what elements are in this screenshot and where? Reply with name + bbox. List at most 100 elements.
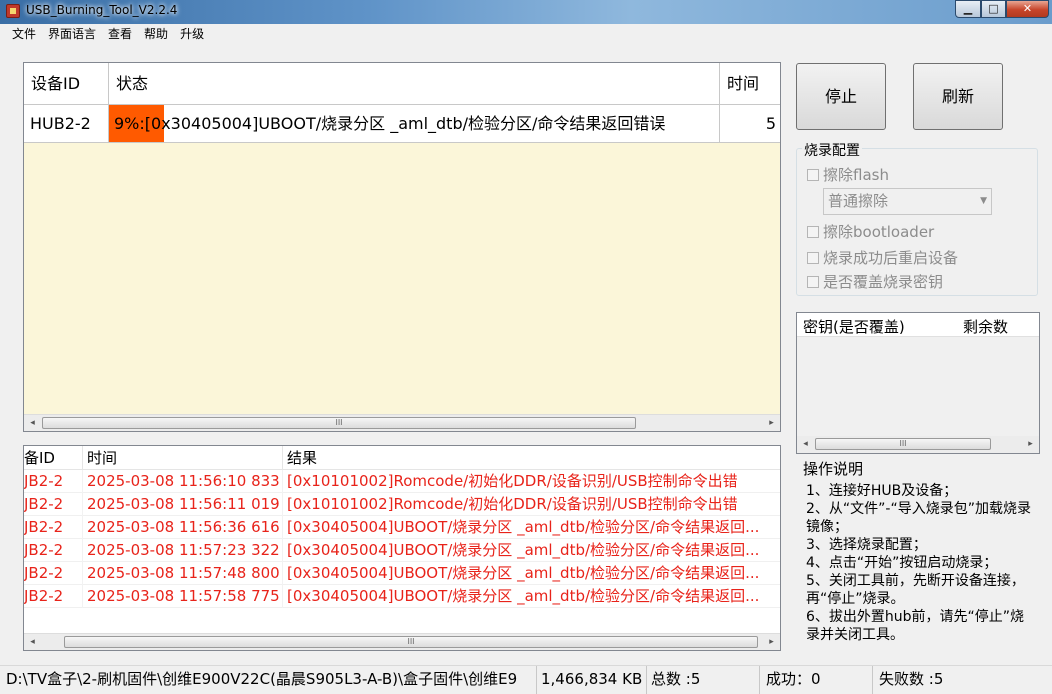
column-log-time[interactable]: 时间 xyxy=(83,446,283,470)
column-status[interactable]: 状态 xyxy=(109,63,720,105)
column-log-result[interactable]: 结果 xyxy=(283,446,780,470)
device-time-cell: 5 xyxy=(765,114,776,133)
log-time: 2025-03-08 11:56:36 616 xyxy=(83,516,283,539)
log-result: [0x30405004]UBOOT/烧录分区 _aml_dtb/检验分区/命令结… xyxy=(283,516,780,539)
window-title: USB_Burning_Tool_V2.2.4 xyxy=(26,3,178,17)
log-id: JB2-2 xyxy=(24,562,83,585)
log-time: 2025-03-08 11:56:11 019 xyxy=(83,493,283,516)
device-grid-hscrollbar[interactable]: ◂ III ▸ xyxy=(24,414,780,431)
log-table: 备ID 时间 结果 JB2-2 2025-03-08 11:56:10 833 … xyxy=(23,445,781,651)
maximize-button[interactable]: □ xyxy=(981,0,1006,18)
log-time: 2025-03-08 11:56:10 833 xyxy=(83,470,283,493)
log-row[interactable]: JB2-2 2025-03-08 11:57:58 775 [0x3040500… xyxy=(24,585,780,608)
device-id-cell: HUB2-2 xyxy=(24,105,109,143)
log-row[interactable]: JB2-2 2025-03-08 11:56:36 616 [0x3040500… xyxy=(24,516,780,539)
log-result: [0x10101002]Romcode/初始化DDR/设备识别/USB控制命令出… xyxy=(283,470,780,493)
instruction-line: 2、从“文件”-“导入烧录包”加载烧录镜像； xyxy=(806,501,1031,535)
column-log-id[interactable]: 备ID xyxy=(24,446,83,470)
status-success: 成功：0 xyxy=(760,666,873,694)
instruction-line: 4、点击“开始”按钮启动烧录； xyxy=(806,555,998,571)
scroll-thumb[interactable]: III xyxy=(42,417,636,429)
instruction-line: 3、选择烧录配置； xyxy=(806,537,927,553)
log-row[interactable]: JB2-2 2025-03-08 11:56:11 019 [0x1010100… xyxy=(24,493,780,516)
instruction-line: 1、连接好HUB及设备； xyxy=(806,483,958,499)
stop-button[interactable]: 停止 xyxy=(796,63,886,130)
scroll-thumb[interactable]: III xyxy=(64,636,758,648)
log-id: JB2-2 xyxy=(24,585,83,608)
log-id: JB2-2 xyxy=(24,516,83,539)
log-row[interactable]: JB2-2 2025-03-08 11:57:48 800 [0x3040500… xyxy=(24,562,780,585)
menu-upgrade[interactable]: 升级 xyxy=(174,24,210,44)
log-result: [0x30405004]UBOOT/烧录分区 _aml_dtb/检验分区/命令结… xyxy=(283,539,780,562)
device-status-cell: 9%:[0x30405004]UBOOT/烧录分区 _aml_dtb/检验分区/… xyxy=(109,105,720,143)
log-result: [0x30405004]UBOOT/烧录分区 _aml_dtb/检验分区/命令结… xyxy=(283,585,780,608)
log-id: JB2-2 xyxy=(24,539,83,562)
scroll-right-arrow[interactable]: ▸ xyxy=(763,415,780,431)
column-time[interactable]: 时间 xyxy=(720,63,780,105)
log-time: 2025-03-08 11:57:58 775 xyxy=(83,585,283,608)
minimize-button[interactable]: ▁ xyxy=(955,0,981,18)
menu-file[interactable]: 文件 xyxy=(0,24,42,44)
checkbox-box xyxy=(807,225,819,238)
scroll-left-arrow[interactable]: ◂ xyxy=(24,415,41,431)
overwrite-key-checkbox[interactable]: 是否覆盖烧录密钥 xyxy=(807,271,943,292)
scroll-left-arrow[interactable]: ◂ xyxy=(797,436,814,453)
erase-mode-value: 普通擦除 xyxy=(828,192,889,210)
device-grid: 设备ID 状态 时间 HUB2-2 9%:[0x30405004]UBOOT/烧… xyxy=(23,62,781,432)
device-grid-header: 设备ID 状态 时间 xyxy=(24,63,780,105)
checkbox-box xyxy=(807,251,819,264)
key-list-hscrollbar[interactable]: ◂ III ▸ xyxy=(797,436,1039,453)
log-time: 2025-03-08 11:57:48 800 xyxy=(83,562,283,585)
instruction-line: 6、拔出外置hub前，请先“停止”烧录并关闭工具。 xyxy=(806,609,1025,642)
status-text: 9%:[0x30405004]UBOOT/烧录分区 _aml_dtb/检验分区/… xyxy=(114,114,666,133)
menu-bar: 文件 界面语言 查看 帮助 升级 xyxy=(0,24,1052,44)
app-icon xyxy=(6,4,20,18)
window-controls: ▁ □ ✕ xyxy=(955,0,1049,18)
status-bar: D:\TV盒子\2-刷机固件\创维E900V22C(晶晨S905L3-A-B)\… xyxy=(0,665,1052,694)
column-remaining[interactable]: 剩余数 xyxy=(963,316,1008,337)
title-bar: USB_Burning_Tool_V2.2.4 ▁ □ ✕ xyxy=(0,0,1052,24)
reboot-after-checkbox[interactable]: 烧录成功后重启设备 xyxy=(807,247,958,268)
close-button[interactable]: ✕ xyxy=(1006,0,1049,18)
status-total: 总数 :5 xyxy=(647,666,760,694)
log-result: [0x30405004]UBOOT/烧录分区 _aml_dtb/检验分区/命令结… xyxy=(283,562,780,585)
checkbox-box xyxy=(807,275,819,288)
status-size: 1,466,834 KB xyxy=(537,666,647,694)
log-header: 备ID 时间 结果 xyxy=(24,446,780,470)
erase-bootloader-checkbox[interactable]: 擦除bootloader xyxy=(807,221,934,242)
log-id: JB2-2 xyxy=(24,493,83,516)
column-key[interactable]: 密钥(是否覆盖) xyxy=(803,316,905,337)
checkbox-box xyxy=(807,168,819,181)
log-id: JB2-2 xyxy=(24,470,83,493)
erase-mode-select[interactable]: 普通擦除 ▼ xyxy=(823,188,992,215)
log-row[interactable]: JB2-2 2025-03-08 11:57:23 322 [0x3040500… xyxy=(24,539,780,562)
scroll-right-arrow[interactable]: ▸ xyxy=(1022,436,1039,453)
menu-language[interactable]: 界面语言 xyxy=(42,24,102,44)
menu-help[interactable]: 帮助 xyxy=(138,24,174,44)
instruction-line: 5、关闭工具前，先断开设备连接，再“停止”烧录。 xyxy=(806,573,1025,607)
erase-bootloader-label: 擦除bootloader xyxy=(823,223,935,241)
erase-flash-checkbox[interactable]: 擦除flash xyxy=(807,164,889,185)
device-row[interactable]: HUB2-2 9%:[0x30405004]UBOOT/烧录分区 _aml_dt… xyxy=(24,105,780,143)
column-device-id[interactable]: 设备ID xyxy=(24,63,109,105)
log-hscrollbar[interactable]: ◂ III ▸ xyxy=(24,633,780,650)
status-path: D:\TV盒子\2-刷机固件\创维E900V22C(晶晨S905L3-A-B)\… xyxy=(0,666,537,694)
erase-flash-label: 擦除flash xyxy=(823,166,889,184)
log-time: 2025-03-08 11:57:23 322 xyxy=(83,539,283,562)
scroll-thumb[interactable]: III xyxy=(815,438,991,450)
instructions-title: 操作说明 xyxy=(803,460,864,478)
overwrite-key-label: 是否覆盖烧录密钥 xyxy=(823,273,944,291)
key-list: 密钥(是否覆盖) 剩余数 ◂ III ▸ xyxy=(796,312,1040,454)
scroll-left-arrow[interactable]: ◂ xyxy=(24,634,41,650)
status-fail: 失败数 :5 xyxy=(879,670,944,688)
log-result: [0x10101002]Romcode/初始化DDR/设备识别/USB控制命令出… xyxy=(283,493,780,516)
chevron-down-icon: ▼ xyxy=(980,196,987,206)
refresh-button[interactable]: 刷新 xyxy=(913,63,1003,130)
instructions-text: 1、连接好HUB及设备； 2、从“文件”-“导入烧录包”加载烧录镜像； 3、选择… xyxy=(806,482,1038,642)
burn-config-title: 烧录配置 xyxy=(802,140,862,160)
log-row[interactable]: JB2-2 2025-03-08 11:56:10 833 [0x1010100… xyxy=(24,470,780,493)
burn-config-group: 烧录配置 擦除flash 普通擦除 ▼ 擦除bootloader 烧录成功后重启设… xyxy=(796,140,1038,296)
menu-view[interactable]: 查看 xyxy=(102,24,138,44)
key-list-header: 密钥(是否覆盖) 剩余数 xyxy=(797,313,1039,337)
scroll-right-arrow[interactable]: ▸ xyxy=(763,634,780,650)
